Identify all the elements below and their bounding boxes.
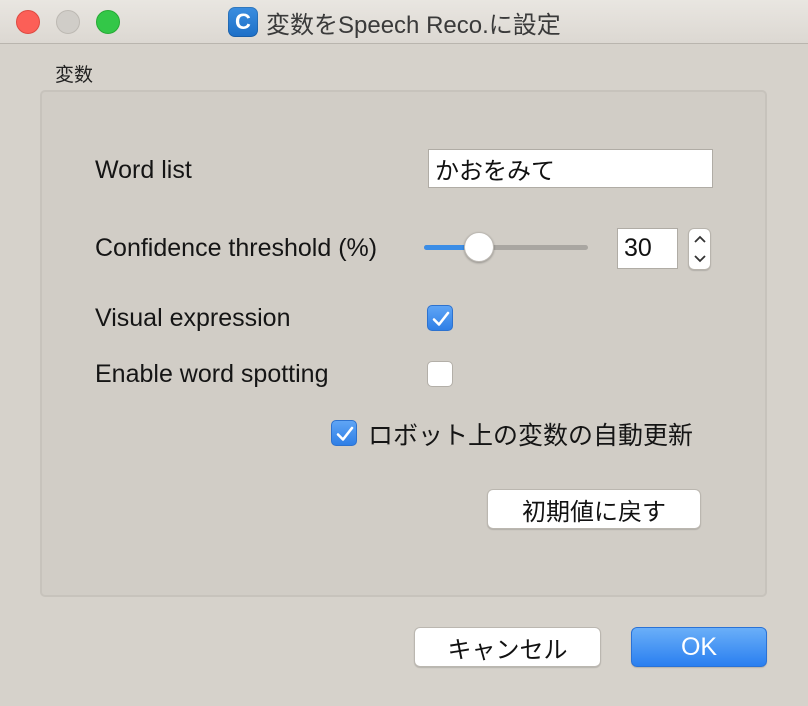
cancel-button[interactable]: キャンセル	[414, 627, 601, 667]
minimize-window-button[interactable]	[56, 10, 80, 34]
auto-update-label: ロボット上の変数の自動更新	[368, 422, 694, 450]
app-icon-letter: C	[235, 9, 251, 34]
word-spotting-checkbox[interactable]	[427, 361, 453, 387]
visual-expression-label: Visual expression	[95, 304, 291, 332]
stepper-decrement[interactable]	[689, 249, 710, 269]
title-bar: C 変数をSpeech Reco.に設定	[0, 0, 808, 44]
confidence-value-field[interactable]	[617, 228, 678, 269]
word-list-label: Word list	[95, 156, 192, 184]
section-label: 変数	[55, 65, 94, 86]
auto-update-checkbox[interactable]	[331, 420, 357, 446]
word-list-input[interactable]	[428, 149, 713, 188]
reset-defaults-label: 初期値に戻す	[522, 497, 666, 526]
close-window-button[interactable]	[16, 10, 40, 34]
check-icon	[432, 311, 450, 326]
word-spotting-label: Enable word spotting	[95, 360, 329, 388]
ok-button[interactable]: OK	[631, 627, 767, 667]
chevron-up-icon	[693, 235, 706, 243]
window-title: 変数をSpeech Reco.に設定	[266, 11, 561, 39]
visual-expression-checkbox[interactable]	[427, 305, 453, 331]
window-title-group: C 変数をSpeech Reco.に設定	[228, 7, 561, 39]
chevron-down-icon	[693, 255, 706, 263]
zoom-window-button[interactable]	[96, 10, 120, 34]
check-icon	[336, 426, 354, 441]
confidence-slider-track[interactable]	[424, 245, 588, 250]
confidence-threshold-label: Confidence threshold (%)	[95, 234, 378, 262]
confidence-stepper[interactable]	[688, 228, 711, 270]
dialog-window: C 変数をSpeech Reco.に設定 変数 Word list Confid…	[0, 0, 808, 706]
cancel-label: キャンセル	[447, 635, 568, 664]
reset-defaults-button[interactable]: 初期値に戻す	[487, 489, 701, 529]
app-icon: C	[228, 7, 258, 37]
ok-label: OK	[680, 632, 718, 661]
stepper-increment[interactable]	[689, 229, 710, 249]
confidence-slider-thumb[interactable]	[464, 232, 495, 262]
